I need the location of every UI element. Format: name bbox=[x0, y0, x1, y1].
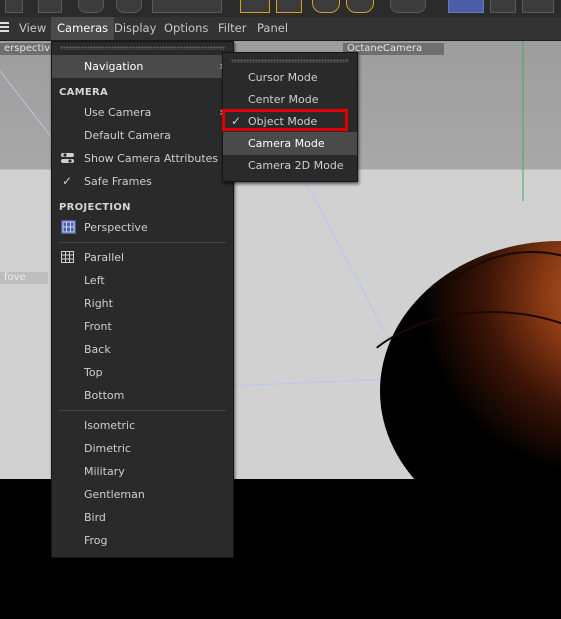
perspective-grid-icon bbox=[61, 220, 76, 234]
menu-item-top[interactable]: Top bbox=[52, 361, 233, 384]
menu-item-gentleman[interactable]: Gentleman bbox=[52, 483, 233, 506]
menu-item-front[interactable]: Front bbox=[52, 315, 233, 338]
navigation-label: Navigation bbox=[84, 60, 144, 73]
toolbar-button-icon[interactable] bbox=[5, 0, 23, 13]
toolbar-button-icon[interactable] bbox=[152, 0, 222, 13]
menu-item-default-camera[interactable]: Default Camera bbox=[52, 124, 233, 147]
menu-item-right[interactable]: Right bbox=[52, 292, 233, 315]
gear-icon[interactable] bbox=[116, 0, 142, 13]
menu-item-military[interactable]: Military bbox=[52, 460, 233, 483]
toolbar-button-icon[interactable] bbox=[312, 0, 340, 13]
menu-separator bbox=[59, 410, 226, 411]
section-camera: CAMERA bbox=[59, 87, 109, 98]
menu-item-cursor-mode[interactable]: Cursor Mode bbox=[223, 66, 357, 89]
highlight-annotation-box bbox=[222, 109, 348, 131]
section-projection: PROJECTION bbox=[59, 202, 131, 213]
camera-mode-label: Camera Mode bbox=[248, 137, 325, 150]
default-camera-label: Default Camera bbox=[84, 129, 171, 142]
gentleman-label: Gentleman bbox=[84, 488, 145, 501]
center-mode-label: Center Mode bbox=[248, 93, 319, 106]
menu-item-safe-frames[interactable]: ✓ Safe Frames bbox=[52, 170, 233, 193]
hamburger-icon[interactable] bbox=[0, 22, 9, 34]
menu-item-camera-2d-mode[interactable]: Camera 2D Mode bbox=[223, 154, 357, 177]
menu-item-show-camera-attributes[interactable]: Show Camera Attributes bbox=[52, 147, 233, 170]
viewport-menubar: View Cameras Display Options Filter Pane… bbox=[0, 17, 561, 41]
cameras-menu: Navigation › CAMERA Use Camera › Default… bbox=[51, 41, 234, 558]
frog-label: Frog bbox=[84, 534, 108, 547]
menu-item-parallel[interactable]: Parallel bbox=[52, 246, 233, 269]
toolbar-button-icon[interactable] bbox=[490, 0, 516, 13]
left-label: Left bbox=[84, 274, 105, 287]
bottom-label: Bottom bbox=[84, 389, 125, 402]
military-label: Military bbox=[84, 465, 125, 478]
menu-item-frog[interactable]: Frog bbox=[52, 529, 233, 552]
menu-options[interactable]: Options bbox=[158, 17, 214, 40]
top-toolbar bbox=[0, 0, 561, 17]
bird-label: Bird bbox=[84, 511, 106, 524]
menu-item-camera-mode[interactable]: Camera Mode bbox=[223, 132, 357, 155]
menu-item-left[interactable]: Left bbox=[52, 269, 233, 292]
perspective-label: Perspective bbox=[84, 221, 148, 234]
safe-frames-label: Safe Frames bbox=[84, 175, 152, 188]
menu-panel[interactable]: Panel bbox=[251, 17, 294, 40]
guide-line bbox=[299, 170, 401, 362]
menu-item-back[interactable]: Back bbox=[52, 338, 233, 361]
camera-attributes-icon bbox=[61, 153, 74, 163]
check-icon: ✓ bbox=[62, 174, 73, 188]
gear-icon[interactable] bbox=[390, 0, 426, 13]
undo-icon[interactable] bbox=[522, 0, 554, 13]
menu-tearoff-handle[interactable] bbox=[60, 46, 225, 50]
menu-item-bird[interactable]: Bird bbox=[52, 506, 233, 529]
toolbar-button-icon[interactable] bbox=[240, 0, 270, 13]
move-tool-icon[interactable] bbox=[448, 0, 484, 13]
menu-item-use-camera[interactable]: Use Camera › bbox=[52, 101, 233, 124]
menu-view[interactable]: View bbox=[13, 17, 52, 40]
submenu-tearoff-handle[interactable] bbox=[231, 59, 349, 63]
top-label: Top bbox=[84, 366, 103, 379]
menu-cameras[interactable]: Cameras bbox=[51, 17, 115, 40]
menu-item-dimetric[interactable]: Dimetric bbox=[52, 437, 233, 460]
parallel-label: Parallel bbox=[84, 251, 125, 264]
menu-item-center-mode[interactable]: Center Mode bbox=[223, 88, 357, 111]
menu-separator bbox=[59, 242, 226, 243]
menu-display[interactable]: Display bbox=[108, 17, 162, 40]
dimetric-label: Dimetric bbox=[84, 442, 131, 455]
menu-item-bottom[interactable]: Bottom bbox=[52, 384, 233, 407]
toolbar-button-icon[interactable] bbox=[276, 0, 302, 13]
front-label: Front bbox=[84, 320, 112, 333]
show-camera-attributes-label: Show Camera Attributes bbox=[84, 152, 219, 165]
isometric-label: Isometric bbox=[84, 419, 136, 432]
menu-item-navigation[interactable]: Navigation › bbox=[52, 55, 233, 78]
parallel-grid-icon bbox=[61, 251, 74, 263]
menu-filter[interactable]: Filter bbox=[212, 17, 252, 40]
toolbar-button-icon[interactable] bbox=[346, 0, 374, 13]
menu-item-perspective[interactable]: Perspective bbox=[52, 216, 233, 239]
use-camera-label: Use Camera bbox=[84, 106, 152, 119]
back-label: Back bbox=[84, 343, 111, 356]
gear-icon[interactable] bbox=[78, 0, 104, 13]
right-label: Right bbox=[84, 297, 113, 310]
camera-2d-mode-label: Camera 2D Mode bbox=[248, 159, 344, 172]
toolbar-button-icon[interactable] bbox=[38, 0, 62, 13]
menu-item-isometric[interactable]: Isometric bbox=[52, 414, 233, 437]
cursor-mode-label: Cursor Mode bbox=[248, 71, 318, 84]
